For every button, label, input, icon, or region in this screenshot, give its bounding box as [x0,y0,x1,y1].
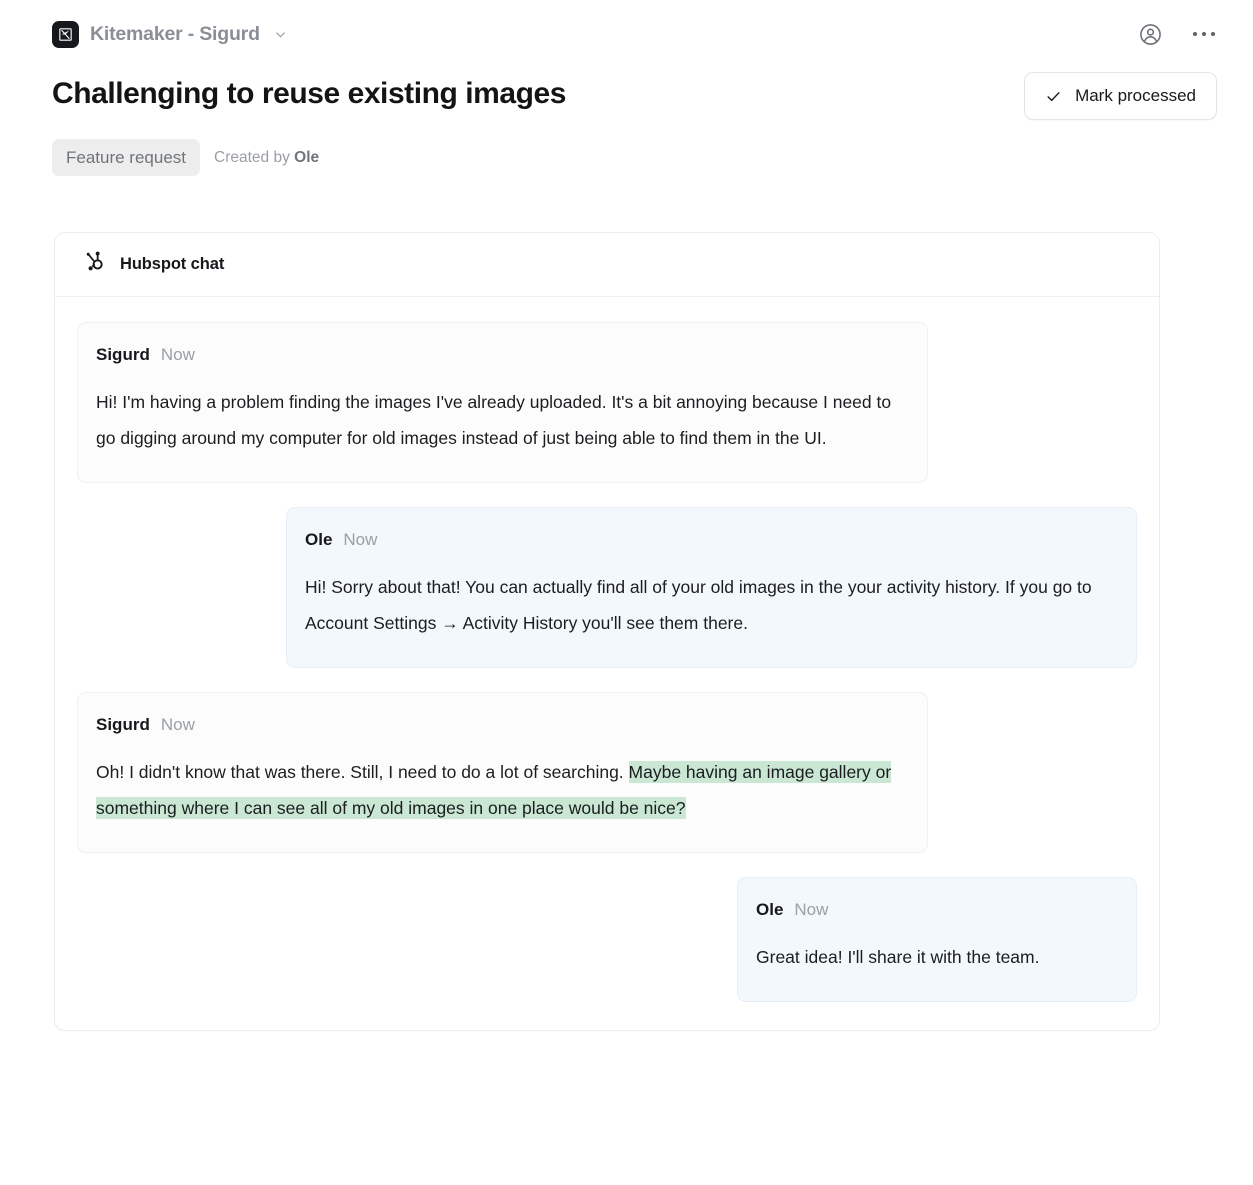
message-header: Sigurd Now [96,715,901,735]
conversation-source-label: Hubspot chat [120,255,224,274]
message-row: Sigurd Now Hi! I'm having a problem find… [77,322,1137,483]
page-title: Challenging to reuse existing images [52,72,566,112]
message-bubble[interactable]: Ole Now Hi! Sorry about that! You can ac… [286,507,1137,668]
message-bubble[interactable]: Sigurd Now Oh! I didn't know that was th… [77,692,928,853]
mark-processed-label: Mark processed [1075,86,1196,106]
account-circle-icon[interactable] [1137,20,1165,48]
created-by: Created by Ole [208,149,319,167]
title-row: Challenging to reuse existing images Mar… [0,72,1253,120]
created-by-prefix: Created by [214,149,294,166]
topbar-actions [1137,20,1218,48]
workspace-name: Kitemaker - Sigurd [90,23,260,46]
message-bubble[interactable]: Sigurd Now Hi! I'm having a problem find… [77,322,928,483]
conversation-source-header: Hubspot chat [55,233,1159,297]
message-text: Hi! I'm having a problem finding the ima… [96,384,901,456]
dot [1202,32,1207,37]
workspace-switcher[interactable]: Kitemaker - Sigurd [52,21,288,48]
status-badge[interactable]: Feature request [52,139,200,176]
hubspot-logo-icon [83,250,107,279]
message-timestamp: Now [343,530,377,550]
message-author: Ole [756,900,783,920]
dot [1211,32,1216,37]
conversation-messages: Sigurd Now Hi! I'm having a problem find… [55,297,1159,1030]
message-header: Sigurd Now [96,345,901,365]
top-bar: Kitemaker - Sigurd [0,0,1253,68]
message-text-plain: Oh! I didn't know that was there. Still,… [96,762,629,782]
message-row: Ole Now Hi! Sorry about that! You can ac… [77,507,1137,668]
message-row: Ole Now Great idea! I'll share it with t… [77,877,1137,1002]
created-by-name: Ole [294,149,319,166]
meta-row: Feature request Created by Ole [0,139,1253,176]
message-text: Great idea! I'll share it with the team. [756,939,1116,975]
dot [1193,32,1198,37]
message-author: Sigurd [96,715,150,735]
more-options-icon[interactable] [1191,26,1218,43]
message-bubble[interactable]: Ole Now Great idea! I'll share it with t… [737,877,1137,1002]
message-timestamp: Now [794,900,828,920]
message-text: Oh! I didn't know that was there. Still,… [96,754,901,826]
message-author: Ole [305,530,332,550]
message-text: Hi! Sorry about that! You can actually f… [305,569,1110,641]
message-timestamp: Now [161,715,195,735]
message-row: Sigurd Now Oh! I didn't know that was th… [77,692,1137,853]
message-timestamp: Now [161,345,195,365]
message-header: Ole Now [756,900,1116,920]
message-author: Sigurd [96,345,150,365]
conversation-card: Hubspot chat Sigurd Now Hi! I'm having a… [54,232,1160,1031]
mark-processed-button[interactable]: Mark processed [1024,72,1217,120]
message-header: Ole Now [305,530,1110,550]
kitemaker-logo-icon [52,21,79,48]
check-icon [1045,88,1062,105]
chevron-down-icon[interactable] [273,27,288,42]
